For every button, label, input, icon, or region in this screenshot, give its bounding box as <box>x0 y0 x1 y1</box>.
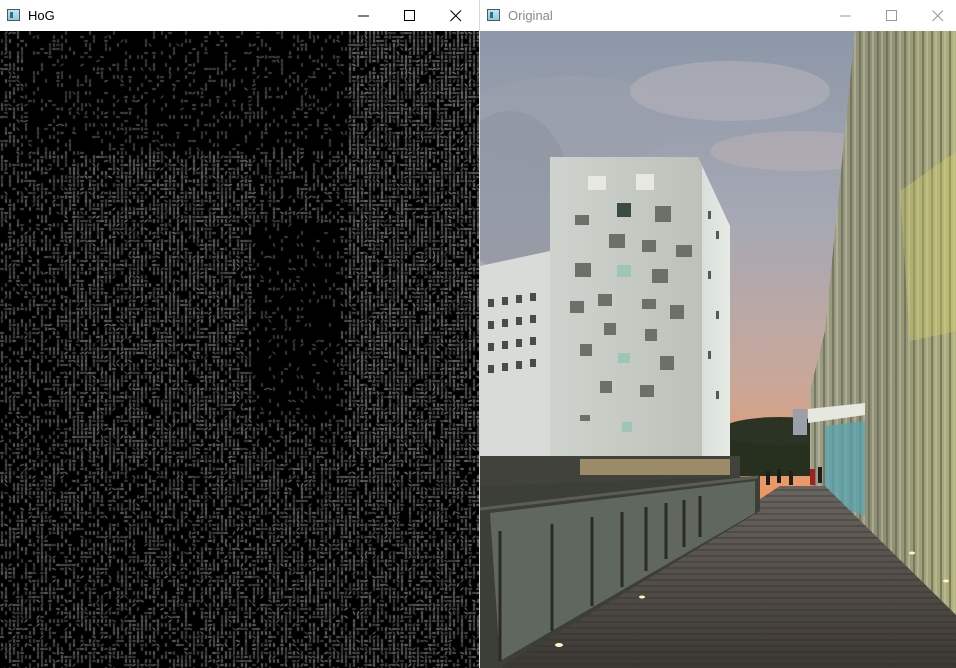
minimize-button[interactable] <box>823 0 869 31</box>
hog-titlebar[interactable]: HoG <box>0 0 479 31</box>
minimize-icon <box>358 15 369 17</box>
maximize-icon <box>886 10 897 21</box>
hog-visualization-image <box>0 31 479 668</box>
hog-window-title: HoG <box>28 8 55 23</box>
maximize-button[interactable] <box>869 0 915 31</box>
app-window-icon[interactable] <box>7 9 20 21</box>
original-titlebar[interactable]: Original <box>480 0 956 31</box>
app-window-icon[interactable] <box>487 9 500 21</box>
hog-window: HoG <box>0 0 479 668</box>
original-image-area <box>480 31 956 668</box>
minimize-icon <box>840 15 851 17</box>
original-window: Original <box>479 0 956 668</box>
hog-image-area <box>0 31 479 668</box>
close-button[interactable] <box>915 0 956 31</box>
minimize-button[interactable] <box>341 0 387 31</box>
maximize-icon <box>404 10 415 21</box>
close-icon <box>450 10 462 22</box>
close-icon <box>932 10 944 22</box>
original-window-title: Original <box>508 8 553 23</box>
maximize-button[interactable] <box>387 0 433 31</box>
close-button[interactable] <box>433 0 479 31</box>
original-photo <box>480 31 956 668</box>
